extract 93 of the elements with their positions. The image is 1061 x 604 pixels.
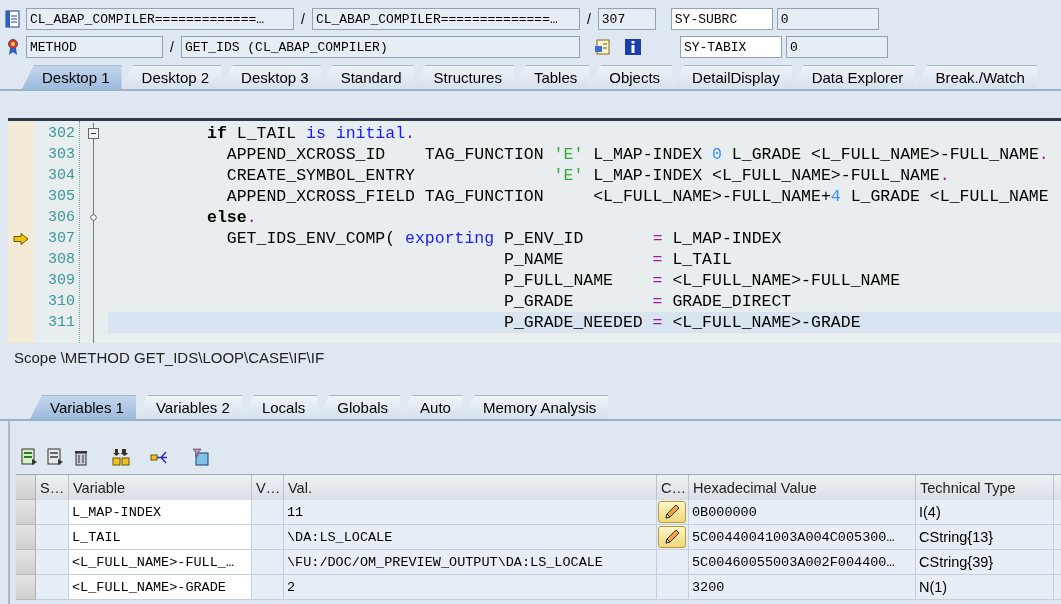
line-number: 308 [47,250,76,270]
tab[interactable]: Desktop 1 [22,65,122,89]
line-number: 303 [47,145,76,165]
tab[interactable]: Memory Analysis [462,395,609,419]
table-cell: CString{39} [916,550,1054,575]
trash-icon[interactable] [72,448,90,466]
table-cell: 5C00440041003A004C005300… [689,525,916,550]
table-cell: <L_FULL_NAME>-GRADE [69,575,252,600]
tab[interactable]: Globals [317,395,401,419]
line-number: 306 [47,208,76,228]
code-line: P_NAME = L_TAIL [503,249,733,270]
system-field-value[interactable]: 0 [785,36,888,58]
tab[interactable]: Standard [320,65,414,89]
table-cell: 11 [284,500,657,525]
column-header[interactable]: Technical Type [916,475,1054,500]
include-field[interactable]: CL_ABAP_COMPILER=============… [26,8,294,30]
table-cell: L_TAIL [69,525,252,550]
info-icon[interactable] [623,38,642,56]
arrow-icon [13,232,29,245]
list-edit-icon[interactable] [46,448,64,466]
code-line: P_GRADE = GRADE_DIRECT [503,291,793,312]
column-header[interactable]: S… [36,475,69,500]
code-line: if L_TAIL is initial. [206,123,416,144]
tab[interactable]: Tables [513,65,590,89]
table-cell: L_MAP-INDEX [69,500,252,525]
table-cell: \FU:/DOC/OM_PREVIEW_OUTPUT\DA:LS_LOCALE [284,550,657,575]
table-cell [36,550,69,575]
tab[interactable]: Structures [413,65,514,89]
filter-icon[interactable] [192,448,210,466]
table-cell: 2 [284,575,657,600]
tab[interactable]: Locals [241,395,318,419]
pencil-icon [663,528,681,546]
collapse-icon[interactable] [88,128,99,139]
code-line: P_FULL_NAME = <L_FULL_NAME>-FULL_NAME [503,270,902,291]
table-cell: CString{13} [916,525,1054,550]
line-number: 304 [47,166,76,186]
column-header[interactable]: C… [657,475,689,500]
line-number: 305 [47,187,76,207]
list-insert-icon[interactable] [20,448,38,466]
table-cell [36,575,69,600]
line-number: 311 [47,313,76,333]
event-type-field[interactable]: METHOD [26,36,163,58]
table-cell [252,575,284,600]
table-cell [252,550,284,575]
separator-slash: / [585,11,592,27]
branch-node-icon [90,214,97,221]
tab[interactable]: DetailDisplay [672,65,792,89]
line-number: 302 [47,124,76,144]
code-line: GET_IDS_ENV_COMP( exporting P_ENV_ID = L_MAP-INDEX [225,228,783,249]
line-number: 307 [47,229,76,249]
table-cell [36,500,69,525]
scope-path: Scope \METHOD GET_IDS\LOOP\CASE\IF\IF [13,348,326,368]
tab[interactable]: Auto [400,395,463,419]
table-cell: 0B000000 [689,500,916,525]
column-header[interactable]: Val. [284,475,657,500]
system-field-name[interactable]: SY-TABIX [679,36,782,58]
code-line: P_GRADE_NEEDED = <L_FULL_NAME>-GRADE [503,312,862,333]
table-cell [252,525,284,550]
table-cell: 3200 [689,575,916,600]
column-header[interactable]: Hexadecimal Value [689,475,916,500]
code-line: else. [206,207,258,228]
table-cell: I(4) [916,500,1054,525]
table-cell: <L_FULL_NAME>-FULL_… [69,550,252,575]
merge-down-icon[interactable] [112,448,130,466]
tab[interactable]: Variables 1 [30,395,136,419]
table-cell: N(1) [916,575,1054,600]
tab[interactable]: Variables 2 [135,395,242,419]
document-icon [4,10,22,28]
column-header[interactable]: V… [252,475,284,500]
notepad-icon[interactable] [593,38,612,56]
pencil-icon [663,503,681,521]
tab[interactable]: Break./Watch [915,65,1037,89]
column-header[interactable]: Variable [69,475,252,500]
table-cell [36,525,69,550]
tab[interactable]: Desktop 2 [121,65,222,89]
system-field-name[interactable]: SY-SUBRC [670,8,773,30]
table-cell [252,500,284,525]
event-name-field[interactable]: GET_IDS (CL_ABAP_COMPILER) [180,36,580,58]
table-cell: \DA:LS_LOCALE [284,525,657,550]
program-field[interactable]: CL_ABAP_COMPILER==============… [311,8,580,30]
line-field[interactable]: 307 [597,8,656,30]
code-line: APPEND_XCROSS_FIELD TAG_FUNCTION <L_FULL_NAME>-FULL_NAME+4 L_GRADE <L_FULL_NAME [225,186,1050,207]
tab[interactable]: Desktop 3 [221,65,321,89]
tab[interactable]: Data Explorer [791,65,916,89]
system-field-value[interactable]: 0 [776,8,879,30]
table-cell: 5C00460055003A002F004400… [689,550,916,575]
separator-slash: / [169,39,175,55]
separator-slash: / [300,11,306,27]
code-line: APPEND_XCROSS_ID TAG_FUNCTION 'E' L_MAP-INDEX 0 L_GRADE <L_FULL_NAME>-FULL_NAME. [225,144,1050,165]
tab[interactable]: Objects [589,65,673,89]
line-number: 310 [47,292,76,312]
code-line: CREATE_SYMBOL_ENTRY 'E' L_MAP-INDEX <L_FULL_NAME>-FULL_NAME. [225,165,951,186]
line-number: 309 [47,271,76,291]
